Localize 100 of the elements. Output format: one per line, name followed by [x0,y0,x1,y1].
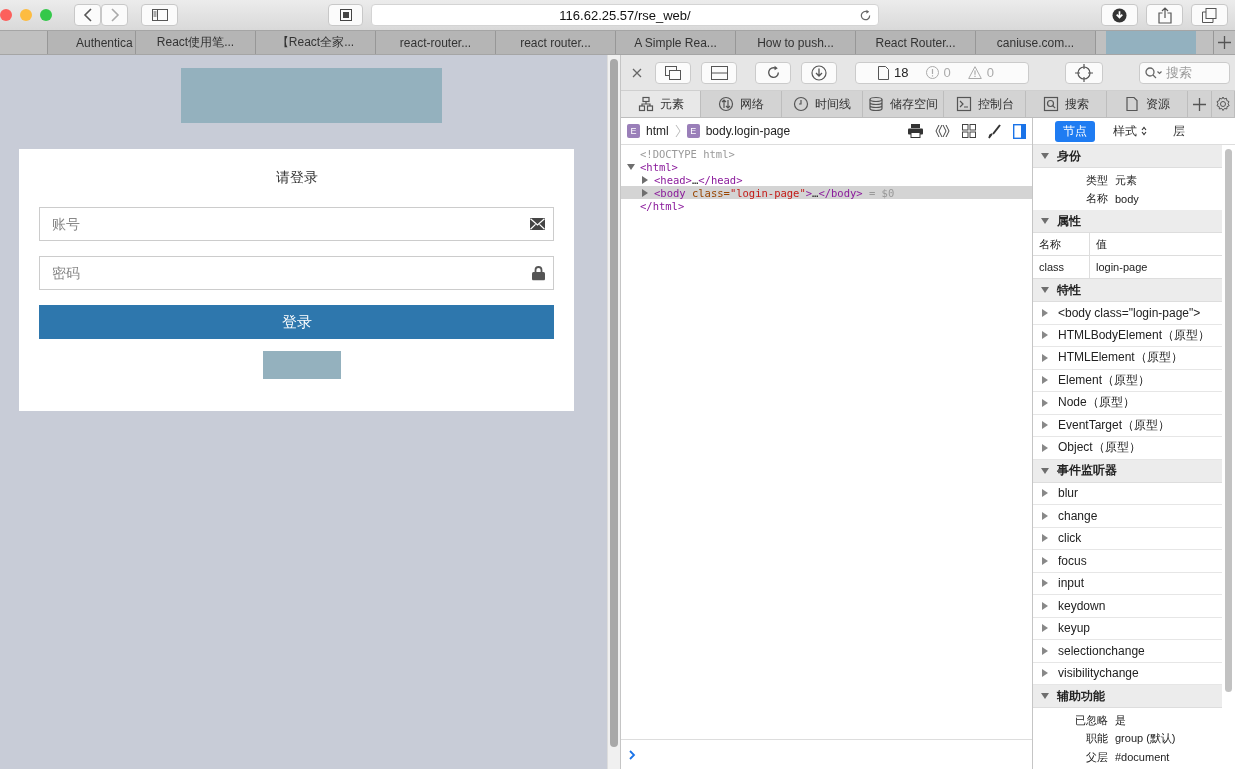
dom-node-line[interactable]: <html> [621,160,1032,173]
disclosure-triangle-icon[interactable] [1041,466,1049,475]
expand-triangle-icon [1041,489,1049,498]
reload-button[interactable] [755,61,791,84]
browser-tab[interactable]: 【React全家... [256,31,376,54]
back-button[interactable] [74,4,101,26]
expand-triangle-icon [1041,669,1049,678]
devtools-tab[interactable]: 控制台 [944,91,1026,117]
elements-icon [637,96,654,112]
disclosure-triangle-icon[interactable] [1041,692,1049,700]
devtools-tab[interactable]: 搜索 [1025,91,1108,117]
browser-tab[interactable]: react-router... [376,31,496,54]
expandable-item[interactable]: change [1033,505,1222,528]
reload-icon [765,65,781,80]
sidebar-mode-tab[interactable]: 样式 [1105,120,1155,142]
browser-tab[interactable]: React Router... [856,31,976,54]
scrollbar-thumb[interactable] [610,59,618,747]
expandable-item[interactable]: <body class="login-page"> [1033,302,1222,325]
expandable-item[interactable]: blur [1033,482,1222,505]
brush-icon[interactable] [988,123,1001,139]
browser-tab[interactable]: react router... [496,31,616,54]
section-header[interactable]: 身份 [1033,145,1222,168]
crosshair-icon [1075,63,1093,82]
dom-node-line[interactable]: <head>…</head> [621,173,1032,186]
disclosure-triangle-icon[interactable] [641,175,649,184]
expandable-item[interactable]: keyup [1033,617,1222,640]
property-value: body [1115,192,1139,205]
expandable-item[interactable]: Element（原型） [1033,369,1222,392]
reload-icon[interactable] [859,9,872,22]
expandable-item[interactable]: input [1033,572,1222,595]
expandable-item[interactable]: selectionchange [1033,640,1222,663]
sidebar-toggle-icon[interactable] [1013,123,1026,139]
expand-triangle-icon [1041,376,1049,385]
chevron-right-icon [109,8,120,22]
share-button[interactable] [1146,4,1183,26]
browser-tab[interactable]: A Simple Rea... [616,31,736,54]
search-field[interactable]: 搜索 [1139,61,1230,84]
sidebar-mode-tab[interactable]: 节点 [1055,120,1095,142]
devtools-tab[interactable]: 储存空间 [863,91,945,117]
chevron-left-icon [82,8,93,22]
download-button[interactable] [801,61,837,84]
breadcrumb-item[interactable]: E html [627,124,669,138]
printer-icon[interactable] [908,124,923,138]
disclosure-triangle-icon[interactable] [1041,152,1049,160]
devtools-tab[interactable]: 网络 [701,91,782,117]
scrollbar-thumb[interactable] [1225,149,1232,692]
account-field[interactable]: 账号 [39,207,554,241]
dom-node-line[interactable]: </html> [621,199,1032,212]
close-window-button[interactable] [0,9,12,21]
section-header[interactable]: 事件监听器 [1033,459,1222,483]
close-icon[interactable] [632,67,642,78]
plus-icon [1193,97,1207,111]
disclosure-triangle-icon[interactable] [1041,217,1049,225]
error-count: 0 [943,65,951,80]
lock-icon [532,265,545,281]
download-button[interactable] [1101,4,1138,26]
address-bar[interactable]: 116.62.25.57/rse_web/ [371,4,879,26]
expandable-item[interactable]: keydown [1033,595,1222,618]
expand-triangle-icon [1041,646,1049,655]
expandable-item[interactable]: HTMLElement（原型） [1033,347,1222,370]
reader-button[interactable] [328,4,363,26]
section-header[interactable]: 属性 [1033,210,1222,233]
sidebar-button[interactable] [141,4,178,26]
browser-tab[interactable]: How to push... [736,31,856,54]
tabs-overview-button[interactable] [1191,4,1228,26]
browser-tab[interactable]: caniuse.com... [976,31,1096,54]
expand-triangle-icon [1041,308,1049,317]
code-brackets-icon[interactable] [935,124,950,138]
element-badge: E [686,124,700,138]
expandable-item[interactable]: Object（原型） [1033,437,1222,460]
section-header[interactable]: 特性 [1033,279,1222,302]
password-field[interactable]: 密码 [39,256,554,290]
browser-tab[interactable]: React使用笔... [136,31,256,54]
resource-counts-button[interactable]: 18 0 0 [855,61,1029,84]
disclosure-triangle-icon[interactable] [627,162,635,171]
table-cell: class [1033,256,1090,278]
dock-bottom-button[interactable] [701,61,737,84]
login-button[interactable]: 登录 [39,305,554,339]
share-icon [1157,6,1172,24]
expandable-item[interactable]: HTMLBodyElement（原型） [1033,324,1222,347]
document-icon [1124,96,1141,112]
disclosure-triangle-icon[interactable] [641,188,649,197]
browser-tab[interactable]: Authentica [48,31,136,54]
target-button[interactable] [1065,61,1103,84]
settings-icon [1214,96,1231,112]
breadcrumb-item[interactable]: E body.login-page [686,124,791,138]
expandable-item[interactable]: EventTarget（原型） [1033,414,1222,437]
expandable-item[interactable]: Node（原型） [1033,392,1222,415]
section-header[interactable]: 辅助功能 [1033,685,1222,708]
grid-icon[interactable] [962,124,976,138]
devtools-tab[interactable]: 元素 [621,91,702,117]
updown-caret-icon [1141,126,1147,136]
expand-triangle-icon [1041,601,1049,610]
expandable-item[interactable]: focus [1033,550,1222,573]
expandable-item[interactable]: click [1033,527,1222,550]
devtools-tab[interactable]: 时间线 [781,91,864,117]
sidebar-mode-tab[interactable]: 层 [1165,120,1193,142]
detach-button[interactable] [655,61,691,84]
disclosure-triangle-icon[interactable] [1041,286,1049,294]
expand-triangle-icon [1041,534,1049,543]
